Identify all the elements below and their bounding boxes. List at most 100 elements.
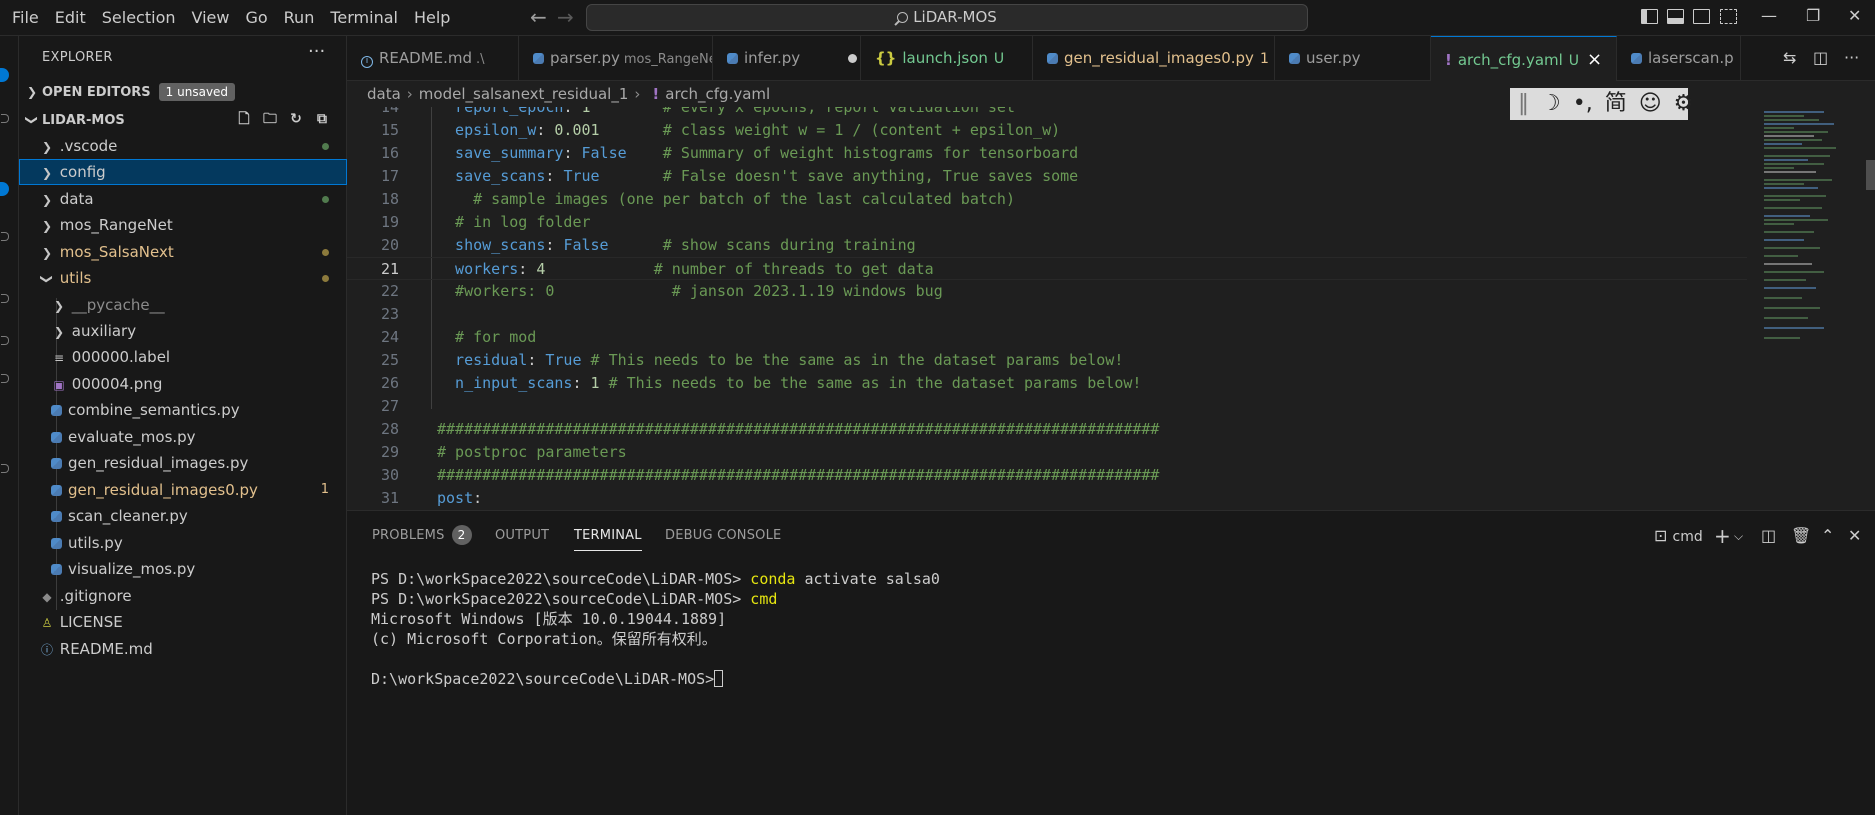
tree-folder-mos-salsanext[interactable]: ❯ mos_SalsaNext: [19, 239, 347, 265]
menu-file[interactable]: File: [4, 0, 47, 36]
close-window-icon[interactable]: ✕: [1848, 6, 1861, 25]
code-line[interactable]: 30 ######################################…: [347, 464, 1747, 487]
toggle-panel-icon[interactable]: [1667, 9, 1684, 24]
code-line[interactable]: 27: [347, 395, 1747, 418]
tab-laserscan[interactable]: laserscan.p: [1617, 36, 1741, 81]
gear-icon[interactable]: ⚙: [1674, 88, 1694, 120]
close-tab-icon[interactable]: ×: [1587, 49, 1602, 70]
chevron-down-icon[interactable]: ⌵: [1734, 525, 1743, 547]
customize-layout-icon[interactable]: [1720, 9, 1737, 24]
tab-terminal[interactable]: TERMINAL: [574, 525, 642, 551]
tree-folder-pycache[interactable]: ❯ __pycache__: [19, 292, 347, 318]
tree-file-readme[interactable]: ⓘ README.md: [19, 636, 347, 662]
tree-file-gen-residual-images0[interactable]: gen_residual_images0.py 1: [19, 477, 347, 503]
run-debug-activity-icon[interactable]: [1, 232, 9, 241]
code-line[interactable]: 16 save_summary: False # Summary of weig…: [347, 142, 1747, 165]
tree-file-gen-residual-images[interactable]: gen_residual_images.py: [19, 450, 347, 476]
code-line[interactable]: 15 epsilon_w: 0.001 # class weight w = 1…: [347, 119, 1747, 142]
testing-activity-icon[interactable]: [1, 374, 9, 383]
restore-icon[interactable]: ❐: [1806, 6, 1820, 25]
emoji-icon[interactable]: ☺: [1639, 88, 1662, 120]
command-center-search[interactable]: LiDAR-MOS: [586, 4, 1308, 31]
extensions-activity-icon[interactable]: [1, 294, 9, 303]
tree-folder-utils[interactable]: ❯ utils: [19, 265, 347, 291]
code-line[interactable]: 23: [347, 303, 1747, 326]
code-line[interactable]: 29 # postproc parameters: [347, 441, 1747, 464]
terminal-output[interactable]: PS D:\workSpace2022\sourceCode\LiDAR-MOS…: [371, 569, 940, 689]
tab-parser-py[interactable]: parser.pymos_RangeNet\...: [519, 36, 713, 81]
source-control-activity-icon[interactable]: [0, 182, 9, 196]
chevron-up-icon[interactable]: ⌃: [1821, 525, 1834, 547]
minimize-icon[interactable]: —: [1761, 6, 1777, 25]
tree-file-000004-png[interactable]: ▣ 000004.png: [19, 371, 347, 397]
tree-file-visualize-mos[interactable]: visualize_mos.py: [19, 556, 347, 582]
tree-folder-mos-rangenet[interactable]: ❯ mos_RangeNet: [19, 212, 347, 238]
close-panel-icon[interactable]: ✕: [1848, 525, 1861, 547]
breadcrumb-file[interactable]: arch_cfg.yaml: [665, 85, 770, 103]
menu-view[interactable]: View: [184, 0, 238, 36]
code-editor[interactable]: 14 report_epoch: 1 # every x epochs, rep…: [347, 107, 1875, 510]
tree-folder-vscode[interactable]: ❯ .vscode: [19, 133, 347, 159]
project-section[interactable]: ❯ LIDAR-MOS 🗋 🗀 ↻ ⧉: [19, 107, 347, 133]
menu-edit[interactable]: Edit: [47, 0, 94, 36]
terminal-shell-selector[interactable]: ⊡ cmd: [1654, 525, 1703, 548]
tab-infer-py[interactable]: infer.py: [713, 36, 861, 81]
code-line[interactable]: 24 # for mod: [347, 326, 1747, 349]
tab-readme[interactable]: i README.md .\: [347, 36, 519, 81]
tree-file-evaluate-mos[interactable]: evaluate_mos.py: [19, 424, 347, 450]
new-folder-icon[interactable]: 🗀: [261, 111, 279, 128]
code-line[interactable]: 22 #workers: 0 # janson 2023.1.19 window…: [347, 280, 1747, 303]
refresh-icon[interactable]: ↻: [287, 111, 305, 128]
code-line[interactable]: 28 ######################################…: [347, 418, 1747, 441]
trash-icon[interactable]: 🗑: [1791, 525, 1811, 547]
compare-changes-icon[interactable]: ⇆: [1783, 48, 1796, 67]
back-arrow-icon[interactable]: ←: [530, 5, 547, 29]
open-editors-section[interactable]: ❯ OPEN EDITORS 1 unsaved: [19, 79, 347, 105]
remote-explorer-activity-icon[interactable]: [1, 336, 9, 345]
code-line[interactable]: 17 save_scans: True # False doesn't save…: [347, 165, 1747, 188]
split-editor-icon[interactable]: ◫: [1813, 48, 1828, 67]
toggle-secondary-sidebar-icon[interactable]: [1693, 9, 1710, 24]
more-actions-icon[interactable]: ···: [308, 41, 325, 62]
new-terminal-plus-icon[interactable]: +: [1714, 525, 1731, 547]
tree-folder-data[interactable]: ❯ data: [19, 186, 347, 212]
breadcrumb-model[interactable]: model_salsanext_residual_1: [419, 85, 629, 103]
accounts-activity-icon[interactable]: [1, 464, 9, 473]
tab-arch-cfg-yaml[interactable]: ! arch_cfg.yaml U ×: [1431, 36, 1617, 81]
explorer-activity-icon[interactable]: [0, 68, 9, 82]
tree-file-scan-cleaner[interactable]: scan_cleaner.py: [19, 503, 347, 529]
collapse-all-icon[interactable]: ⧉: [313, 111, 331, 128]
tab-launch-json[interactable]: {} launch.json U: [861, 36, 1033, 81]
tree-file-000000-label[interactable]: ≡ 000000.label: [19, 344, 347, 370]
tree-file-gitignore[interactable]: ◆ .gitignore: [19, 583, 347, 609]
code-line[interactable]: 25 residual: True # This needs to be the…: [347, 349, 1747, 372]
tab-gen-residual-images0[interactable]: gen_residual_images0.py 1: [1033, 36, 1275, 81]
tree-file-combine-semantics[interactable]: combine_semantics.py: [19, 397, 347, 423]
toggle-primary-sidebar-icon[interactable]: [1641, 9, 1658, 24]
new-file-icon[interactable]: 🗋: [235, 111, 253, 128]
tree-folder-auxiliary[interactable]: ❯ auxiliary: [19, 318, 347, 344]
code-line[interactable]: 21 workers: 4 # number of threads to get…: [347, 257, 1747, 280]
drag-handle[interactable]: ‖: [1518, 88, 1529, 120]
code-line[interactable]: 26 n_input_scans: 1 # This needs to be t…: [347, 372, 1747, 395]
punctuation-icon[interactable]: •,: [1573, 88, 1593, 120]
more-actions-icon[interactable]: ···: [1844, 48, 1859, 67]
breadcrumb-data[interactable]: data: [367, 85, 401, 103]
tab-user-py[interactable]: user.py: [1275, 36, 1431, 81]
tab-output[interactable]: OUTPUT: [495, 525, 549, 551]
search-activity-icon[interactable]: [1, 114, 9, 123]
menu-help[interactable]: Help: [406, 0, 458, 36]
code-line[interactable]: 20 show_scans: False # show scans during…: [347, 234, 1747, 257]
tab-debug-console[interactable]: DEBUG CONSOLE: [665, 525, 781, 551]
tree-folder-config[interactable]: ❯ config: [19, 159, 347, 185]
code-line[interactable]: 18 # sample images (one per batch of the…: [347, 188, 1747, 211]
code-line[interactable]: 31 post:: [347, 487, 1747, 510]
code-line[interactable]: 19 # in log folder: [347, 211, 1747, 234]
simplified-chinese-icon[interactable]: 简: [1605, 88, 1627, 120]
menu-selection[interactable]: Selection: [94, 0, 184, 36]
menu-run[interactable]: Run: [276, 0, 323, 36]
tree-file-utils-py[interactable]: utils.py: [19, 530, 347, 556]
forward-arrow-icon[interactable]: →: [557, 5, 574, 29]
minimap[interactable]: [1752, 107, 1875, 510]
tree-file-license[interactable]: ♙ LICENSE: [19, 609, 347, 635]
